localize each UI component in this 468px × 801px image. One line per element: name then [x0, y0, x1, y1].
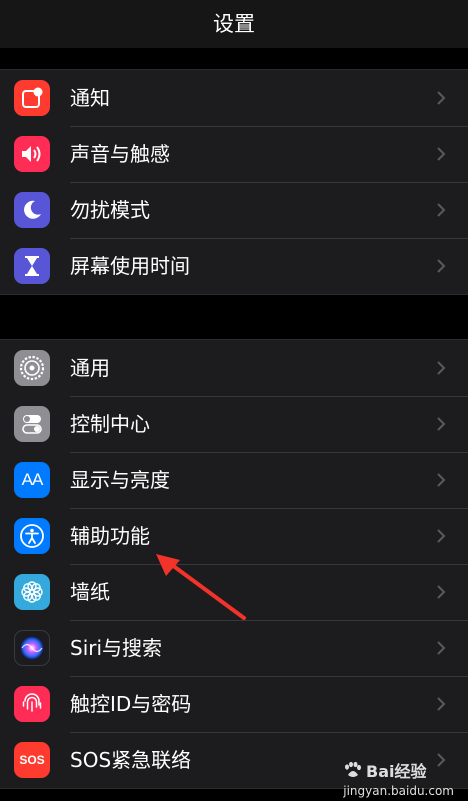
watermark-url: jingyan.baidu.com [343, 784, 454, 798]
settings-row-siri-search[interactable]: Siri与搜索 [0, 620, 468, 676]
settings-row-screen-time[interactable]: 屏幕使用时间 [0, 238, 468, 294]
row-label: Siri与搜索 [70, 636, 163, 660]
chevron-right-icon [437, 417, 446, 431]
settings-row-accessibility[interactable]: 辅助功能 [0, 508, 468, 564]
text-size-icon: AA [14, 462, 50, 498]
row-label: 触控ID与密码 [70, 692, 192, 716]
chevron-right-icon [437, 641, 446, 655]
watermark-logo: Bai经验 [342, 759, 448, 781]
settings-row-display-brightness[interactable]: AA 显示与亮度 [0, 452, 468, 508]
settings-row-general[interactable]: 通用 [0, 340, 468, 396]
row-label: 屏幕使用时间 [70, 254, 190, 278]
settings-row-do-not-disturb[interactable]: 勿扰模式 [0, 182, 468, 238]
row-label: 辅助功能 [70, 524, 150, 548]
settings-row-control-center[interactable]: 控制中心 [0, 396, 468, 452]
chevron-right-icon [437, 697, 446, 711]
accessibility-icon [14, 518, 50, 554]
gear-icon [14, 350, 50, 386]
hourglass-icon [14, 248, 50, 284]
chevron-right-icon [437, 585, 446, 599]
settings-group-1: 通知 声音与触感 勿扰模式 屏幕使用时间 [0, 69, 468, 295]
chevron-right-icon [437, 203, 446, 217]
row-label: 控制中心 [70, 412, 150, 436]
row-label: SOS紧急联络 [70, 748, 192, 772]
row-label: 墙纸 [70, 580, 110, 604]
sos-glyph: SOS [19, 753, 45, 767]
chevron-right-icon [437, 259, 446, 273]
row-label: 勿扰模式 [70, 198, 150, 222]
wallpaper-flower-icon [14, 574, 50, 610]
settings-row-wallpaper[interactable]: 墙纸 [0, 564, 468, 620]
chevron-right-icon [437, 361, 446, 375]
notifications-icon [14, 80, 50, 116]
navigation-bar: 设置 [0, 0, 468, 48]
toggle-icon [14, 406, 50, 442]
watermark-brand: Bai经验 [366, 762, 427, 781]
row-label: 显示与亮度 [70, 468, 170, 492]
siri-icon [14, 630, 50, 666]
sound-icon [14, 136, 50, 172]
sos-icon: SOS [14, 742, 50, 778]
row-label: 通知 [70, 86, 110, 110]
moon-icon [14, 192, 50, 228]
row-label: 声音与触感 [70, 142, 170, 166]
settings-row-touch-id-passcode[interactable]: 触控ID与密码 [0, 676, 468, 732]
settings-row-sounds[interactable]: 声音与触感 [0, 126, 468, 182]
chevron-right-icon [437, 147, 446, 161]
fingerprint-icon [14, 686, 50, 722]
settings-group-2: 通用 控制中心 AA 显示与亮度 辅助功能 墙纸 Siri与搜索 触控ID与密码… [0, 339, 468, 789]
chevron-right-icon [437, 91, 446, 105]
page-title: 设置 [213, 12, 255, 36]
text-size-glyph: AA [21, 470, 44, 489]
paw-icon [345, 761, 361, 777]
settings-row-notifications[interactable]: 通知 [0, 70, 468, 126]
chevron-right-icon [437, 529, 446, 543]
row-label: 通用 [70, 356, 110, 380]
chevron-right-icon [437, 473, 446, 487]
